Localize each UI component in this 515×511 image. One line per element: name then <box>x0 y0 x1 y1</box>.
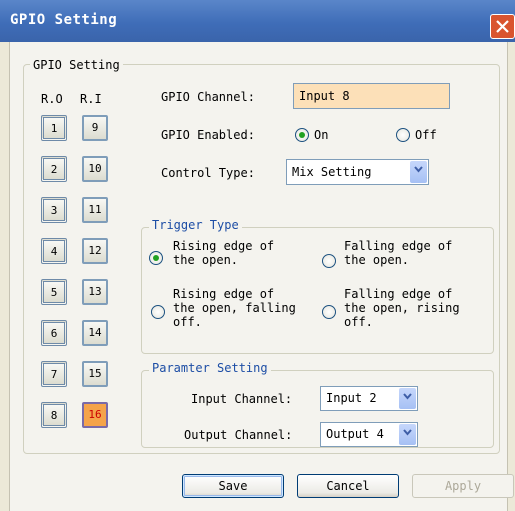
gpio-channel-label: GPIO Channel: <box>161 90 255 104</box>
chevron-down-icon <box>403 393 412 400</box>
ro-button-3[interactable]: 3 <box>41 197 67 223</box>
ro-column-header: R.O <box>41 92 63 106</box>
trigger-option-label-2[interactable]: Falling edge of the open. <box>344 239 452 267</box>
gpio-enabled-label: GPIO Enabled: <box>161 128 255 142</box>
ri-column-header: R.I <box>80 92 102 106</box>
gpio-setting-group-label: GPIO Setting <box>30 58 123 72</box>
ro-button-7[interactable]: 7 <box>41 361 67 387</box>
ri-button-9[interactable]: 9 <box>82 115 108 141</box>
ro-button-8[interactable]: 8 <box>41 402 67 428</box>
apply-button[interactable]: Apply <box>412 474 514 498</box>
ri-button-16[interactable]: 16 <box>82 402 108 428</box>
enabled-on-radio[interactable] <box>295 128 309 142</box>
trigger-option-label-4[interactable]: Falling edge of the open, rising off. <box>344 287 460 329</box>
cancel-button[interactable]: Cancel <box>297 474 399 498</box>
ri-button-12[interactable]: 12 <box>82 238 108 264</box>
dialog-body: GPIO Setting R.O R.I 12345678 9 10 11 12 13 1… <box>9 42 514 511</box>
input-channel-value: Input 2 <box>326 391 377 405</box>
ri-button-10[interactable]: 10 <box>82 156 108 182</box>
trigger-option-label-1[interactable]: Rising edge of the open. <box>173 239 274 267</box>
trigger-option-3-line3: off. <box>173 315 202 329</box>
chevron-down-icon <box>414 166 423 173</box>
parameter-setting-group-label: Paramter Setting <box>149 361 271 375</box>
input-channel-dropdown-button[interactable] <box>399 388 416 409</box>
output-channel-select[interactable]: Output 4 <box>320 422 418 447</box>
output-channel-label: Output Channel: <box>184 428 293 442</box>
enabled-off-label[interactable]: Off <box>415 128 437 142</box>
control-type-value: Mix Setting <box>292 165 372 179</box>
ro-button-2[interactable]: 2 <box>41 156 67 182</box>
ri-button-13[interactable]: 13 <box>82 279 108 305</box>
chevron-down-icon <box>403 429 412 436</box>
save-button[interactable]: Save <box>182 474 284 498</box>
enabled-on-label[interactable]: On <box>314 128 328 142</box>
trigger-option-3-line1: Rising edge of <box>173 287 275 301</box>
ri-button-15[interactable]: 15 <box>82 361 108 387</box>
title-bar: GPIO Setting <box>0 0 515 42</box>
ri-button-14[interactable]: 14 <box>82 320 108 346</box>
output-channel-value: Output 4 <box>326 427 384 441</box>
ri-button-11[interactable]: 11 <box>82 197 108 223</box>
close-button[interactable] <box>490 14 515 39</box>
trigger-option-radio-2[interactable] <box>322 254 336 268</box>
control-type-select[interactable]: Mix Setting <box>286 159 429 185</box>
trigger-option-radio-3[interactable] <box>151 305 165 319</box>
close-icon <box>496 20 509 33</box>
input-channel-label: Input Channel: <box>191 392 293 406</box>
ro-button-4[interactable]: 4 <box>41 238 67 264</box>
control-type-label: Control Type: <box>161 166 255 180</box>
window-title: GPIO Setting <box>10 12 118 28</box>
trigger-option-2-line2: the open. <box>344 253 410 267</box>
output-channel-dropdown-button[interactable] <box>399 424 416 445</box>
gpio-channel-field[interactable]: Input 8 <box>293 83 450 109</box>
enabled-off-radio[interactable] <box>396 128 410 142</box>
trigger-option-label-3[interactable]: Rising edge of the open, falling off. <box>173 287 296 329</box>
input-channel-select[interactable]: Input 2 <box>320 386 418 411</box>
trigger-option-4-line1: Falling edge of <box>344 287 453 301</box>
trigger-option-1-line1: Rising edge of <box>173 239 275 253</box>
dropdown-button[interactable] <box>410 161 427 183</box>
ro-button-1[interactable]: 1 <box>41 115 67 141</box>
trigger-type-group-label: Trigger Type <box>149 218 242 232</box>
ro-button-6[interactable]: 6 <box>41 320 67 346</box>
trigger-option-radio-1[interactable] <box>149 251 163 265</box>
trigger-option-3-line2: the open, falling <box>173 301 296 315</box>
trigger-option-4-line2: the open, rising <box>344 301 460 315</box>
trigger-option-2-line1: Falling edge of <box>344 239 453 253</box>
trigger-option-1-line2: the open. <box>173 253 239 267</box>
trigger-option-radio-4[interactable] <box>322 305 336 319</box>
ro-button-5[interactable]: 5 <box>41 279 67 305</box>
trigger-option-4-line3: off. <box>344 315 373 329</box>
